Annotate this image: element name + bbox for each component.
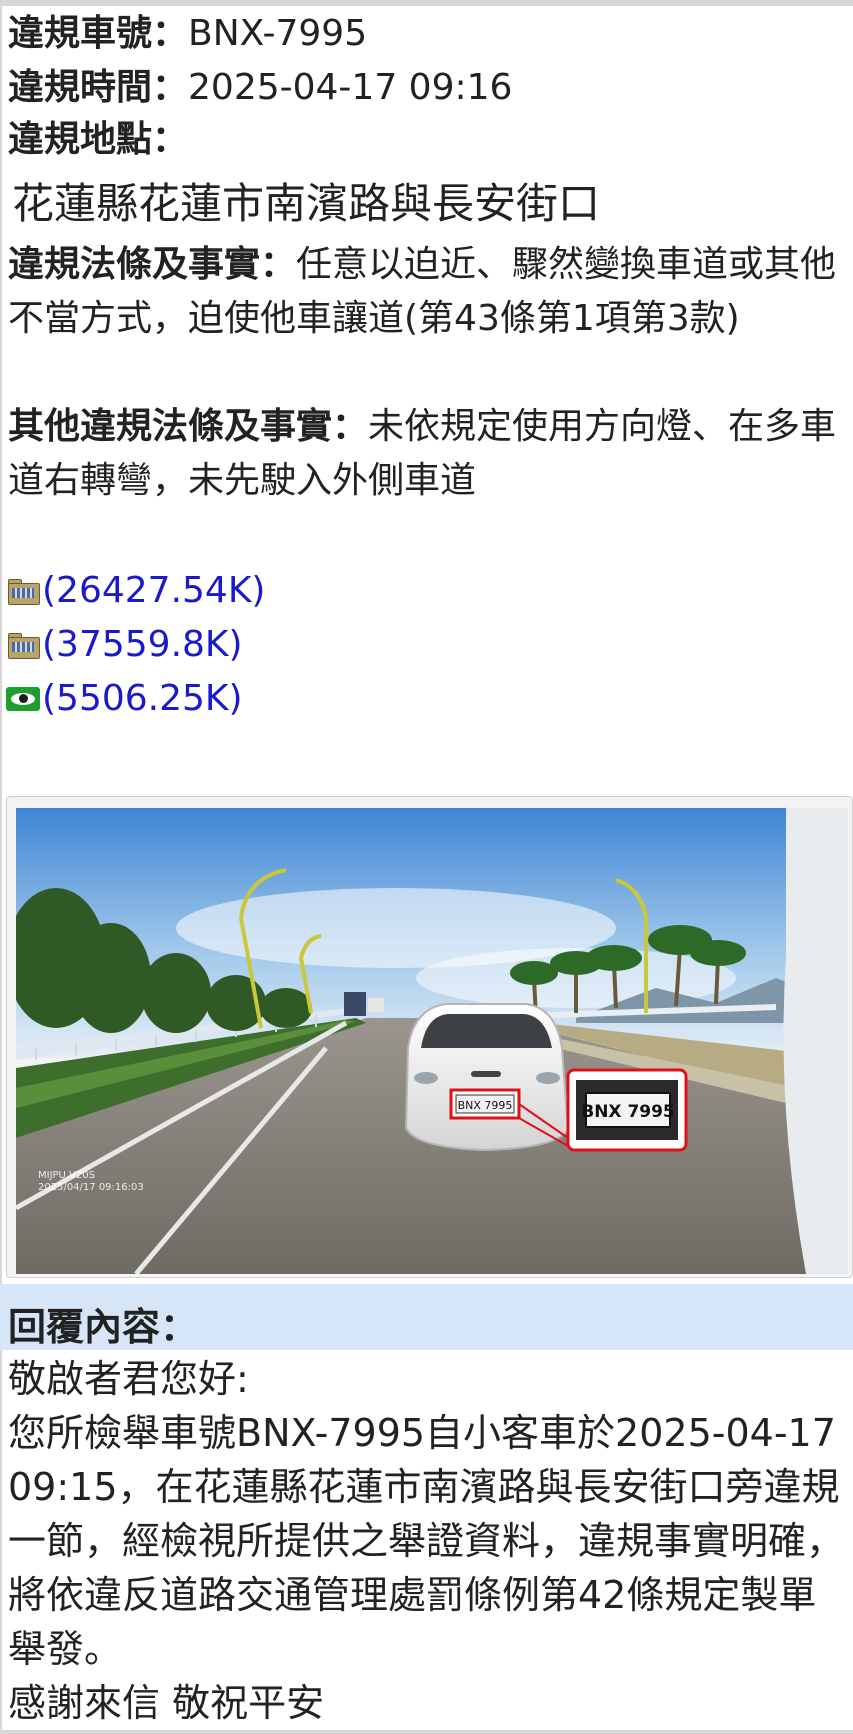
law-label: 違規法條及事實： <box>8 244 297 285</box>
top-divider <box>0 0 853 6</box>
attachment-size: (5506.25K) <box>42 677 243 719</box>
time-label: 違規時間： <box>8 67 189 108</box>
time-row: 違規時間：2025-04-17 09:16 <box>8 68 512 108</box>
attachment-link-2[interactable]: (37559.8K) <box>6 620 243 668</box>
time-value: 2025-04-17 09:16 <box>188 67 513 108</box>
camera-brand-text: MIJPU V20S <box>38 1170 95 1181</box>
law-paragraph: 違規法條及事實：任意以迫近、驟然變換車道或其他不當方式，迫使他車讓道(第43條第… <box>8 238 853 346</box>
inset-plate-text: BNX 7995 <box>581 1102 675 1122</box>
attachment-size: (26427.54K) <box>42 569 266 611</box>
reply-heading: 回覆內容： <box>8 1305 199 1349</box>
place-row: 違規地點： <box>8 120 188 160</box>
plate-row: 違規車號：BNX-7995 <box>8 14 367 54</box>
evidence-photo[interactable]: BNX 7995 BNX 7995 MIJPU V20S 2025/04/17 … <box>16 808 848 1274</box>
attachment-size: (37559.8K) <box>42 623 243 665</box>
attachment-link-1[interactable]: (26427.54K) <box>6 566 265 614</box>
plate-label: 違規車號： <box>8 13 189 54</box>
video-file-icon <box>6 631 40 659</box>
car-plate-text: BNX 7995 <box>458 1099 513 1112</box>
bottom-divider <box>0 1730 853 1734</box>
reply-closing: 感謝來信 敬祝平安 <box>8 1681 325 1725</box>
reply-greeting: 敬啟者君您好: <box>8 1357 249 1401</box>
other-law-paragraph: 其他違規法條及事實：未依規定使用方向燈、在多車道右轉彎，未先駛入外側車道 <box>8 400 853 508</box>
place-value: 花蓮縣花蓮市南濱路與長安街口 <box>12 179 601 228</box>
plate-value: BNX-7995 <box>188 13 368 54</box>
image-view-icon <box>6 685 40 711</box>
video-file-icon <box>6 577 40 605</box>
place-label: 違規地點： <box>8 119 189 160</box>
reply-body: 您所檢舉車號BNX-7995自小客車於2025-04-17 09:15，在花蓮縣… <box>8 1411 845 1671</box>
reply-header: 回覆內容： <box>0 1284 853 1350</box>
evidence-photo-drawing: BNX 7995 BNX 7995 MIJPU V20S 2025/04/17 … <box>16 808 848 1274</box>
other-law-label: 其他違規法條及事實： <box>8 406 369 447</box>
camera-stamp-text: 2025/04/17 09:16:03 <box>38 1182 144 1193</box>
attachment-link-3[interactable]: (5506.25K) <box>6 674 243 722</box>
